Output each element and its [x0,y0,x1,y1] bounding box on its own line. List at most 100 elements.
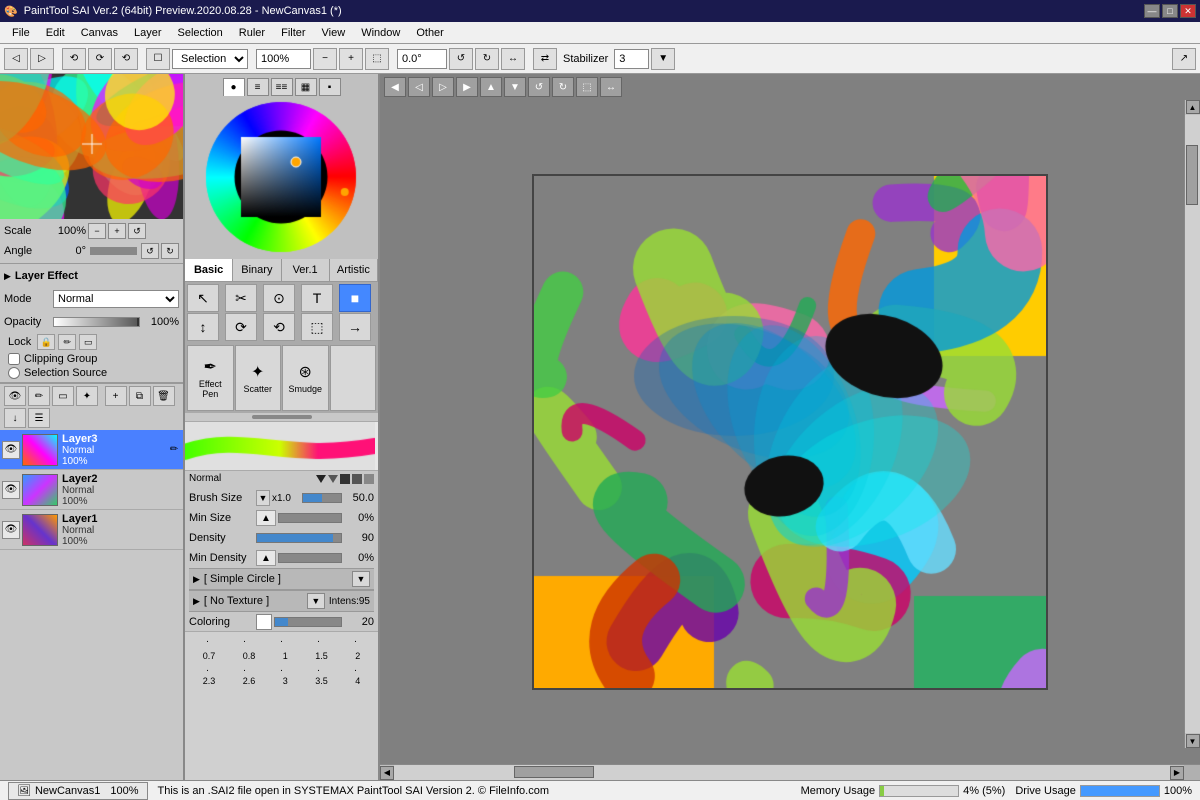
nav-btn-5[interactable]: ▲ [480,77,502,97]
nav-btn-8[interactable]: ↻ [552,77,574,97]
tb-selection-dropdown[interactable]: Selection [172,49,248,69]
tb-angle-input[interactable] [397,49,447,69]
layer-fill-btn[interactable]: ✦ [76,386,98,406]
menu-file[interactable]: File [4,25,38,41]
layer-merge-btn[interactable]: ↓ [4,408,26,428]
brush-tool-eyedrop[interactable]: ⬚ [301,313,333,341]
selection-source-radio[interactable] [8,367,20,379]
subtool-smudge[interactable]: ⊛ Smudge [282,345,329,411]
v-scroll-thumb[interactable] [1186,145,1198,205]
texture-settings-btn[interactable]: ▼ [307,593,325,609]
lock-fill-icon[interactable]: ▭ [79,334,97,350]
tb-tool-right[interactable]: ↗ [1172,48,1196,70]
opacity-slider[interactable] [53,317,140,327]
coloring-slider[interactable] [274,617,342,627]
subtool-scatter[interactable]: ✦ Scatter [235,345,282,411]
h-scroll-thumb[interactable] [514,766,594,778]
mode-select[interactable]: Normal Multiply Screen [53,290,179,308]
color-tab-wheel[interactable]: ● [223,78,245,96]
texture-section-row[interactable]: ▶ [ No Texture ] ▼ Intens: 95 [189,590,374,612]
shape-section-row[interactable]: ▶ [ Simple Circle ] ▼ [189,568,374,590]
menu-other[interactable]: Other [408,25,452,41]
main-canvas[interactable] [532,174,1048,690]
layer3-eye[interactable]: 👁 [2,441,20,459]
tb-zoom-fit[interactable]: ⬚ [365,48,389,70]
tb-undo2[interactable]: ⟲ [114,48,138,70]
tb-zoom-input[interactable] [256,49,311,69]
nav-btn-1[interactable]: ◀ [384,77,406,97]
angle-ccw[interactable]: ↺ [141,243,159,259]
menu-edit[interactable]: Edit [38,25,73,41]
color-wheel-canvas[interactable] [204,100,359,255]
tb-forward[interactable]: ▷ [30,48,54,70]
lock-draw-icon[interactable]: ✏ [58,334,76,350]
layer-item-1[interactable]: 👁 Layer1 Normal 100% [0,510,183,550]
color-tab-palette[interactable]: ▪ [319,78,341,96]
tb-rotate-right[interactable]: ↻ [475,48,499,70]
layer-up-btn[interactable]: ▭ [52,386,74,406]
layer-copy-btn[interactable]: ⧉ [129,386,151,406]
angle-cw[interactable]: ↻ [161,243,179,259]
brush-tool-zoom[interactable]: ⟳ [225,313,257,341]
new-group-btn[interactable]: ✏ [28,386,50,406]
tb-redo[interactable]: ⟳ [88,48,112,70]
h-scroll-left[interactable]: ◀ [380,766,394,780]
brush-tool-lasso[interactable]: ✂ [225,284,257,312]
lock-all-icon[interactable]: 🔒 [37,334,55,350]
brush-tool-fill[interactable]: ■ [339,284,371,312]
brush-tool-text[interactable]: T [301,284,333,312]
maximize-button[interactable]: □ [1162,4,1178,18]
nav-btn-2[interactable]: ◁ [408,77,430,97]
nav-btn-7[interactable]: ↺ [528,77,550,97]
brush-tool-select[interactable]: ↖ [187,284,219,312]
density-slider[interactable] [256,533,342,543]
tb-undo[interactable]: ⟲ [62,48,86,70]
brush-tool-circle[interactable]: ⊙ [263,284,295,312]
subtool-effect-pen[interactable]: ✒ Effect Pen [187,345,234,411]
nav-btn-flip[interactable]: ↔ [600,77,622,97]
tb-zoom-plus[interactable]: + [339,48,363,70]
layer2-eye[interactable]: 👁 [2,481,20,499]
close-button[interactable]: ✕ [1180,4,1196,18]
menu-filter[interactable]: Filter [273,25,313,41]
v-scroll-down[interactable]: ▼ [1186,734,1200,748]
brush-tool-arrow[interactable]: → [339,313,371,341]
brush-tool-move[interactable]: ↕ [187,313,219,341]
tb-zoom-minus[interactable]: − [313,48,337,70]
tb-flip[interactable]: ↔ [501,48,525,70]
nav-btn-9[interactable]: ⬚ [576,77,598,97]
subtool-extra[interactable] [330,345,377,411]
color-wheel-container[interactable] [204,100,359,255]
menu-view[interactable]: View [314,25,354,41]
brush-tab-binary[interactable]: Binary [233,259,281,281]
clipping-group-checkbox[interactable] [8,353,20,365]
tb-back[interactable]: ◁ [4,48,28,70]
shape-settings-btn[interactable]: ▼ [352,571,370,587]
layer-item-3[interactable]: 👁 Layer3 Normal 100% ✏ [0,430,183,470]
tb-rotate-left[interactable]: ↺ [449,48,473,70]
canvas-tab[interactable]: 🖼 NewCanvas1 100% [8,782,148,800]
layer-delete-btn[interactable]: 🗑 [153,386,175,406]
layer1-eye[interactable]: 👁 [2,521,20,539]
v-scroll-up[interactable]: ▲ [1186,100,1200,114]
min-density-slider[interactable] [278,553,342,563]
color-tab-sliders2[interactable]: ≡≡ [271,78,293,96]
tb-symmetry[interactable]: ⇄ [533,48,557,70]
menu-selection[interactable]: Selection [170,25,231,41]
menu-layer[interactable]: Layer [126,25,170,41]
menu-window[interactable]: Window [353,25,408,41]
new-layer-btn[interactable]: 👁 [4,386,26,406]
minimize-button[interactable]: — [1144,4,1160,18]
nav-btn-6[interactable]: ▼ [504,77,526,97]
tb-stabilizer-dropdown[interactable]: ▼ [651,48,675,70]
stabilizer-input[interactable] [614,49,649,69]
layer-add-btn[interactable]: + [105,386,127,406]
scale-minus[interactable]: − [88,223,106,239]
h-scrollbar[interactable]: ◀ ▶ [380,764,1200,780]
min-size-slider[interactable] [278,513,342,523]
h-scroll-right[interactable]: ▶ [1170,766,1184,780]
layer-item-2[interactable]: 👁 Layer2 Normal 100% [0,470,183,510]
scale-reset[interactable]: ↺ [128,223,146,239]
scale-plus[interactable]: + [108,223,126,239]
brush-tab-basic[interactable]: Basic [185,259,233,281]
